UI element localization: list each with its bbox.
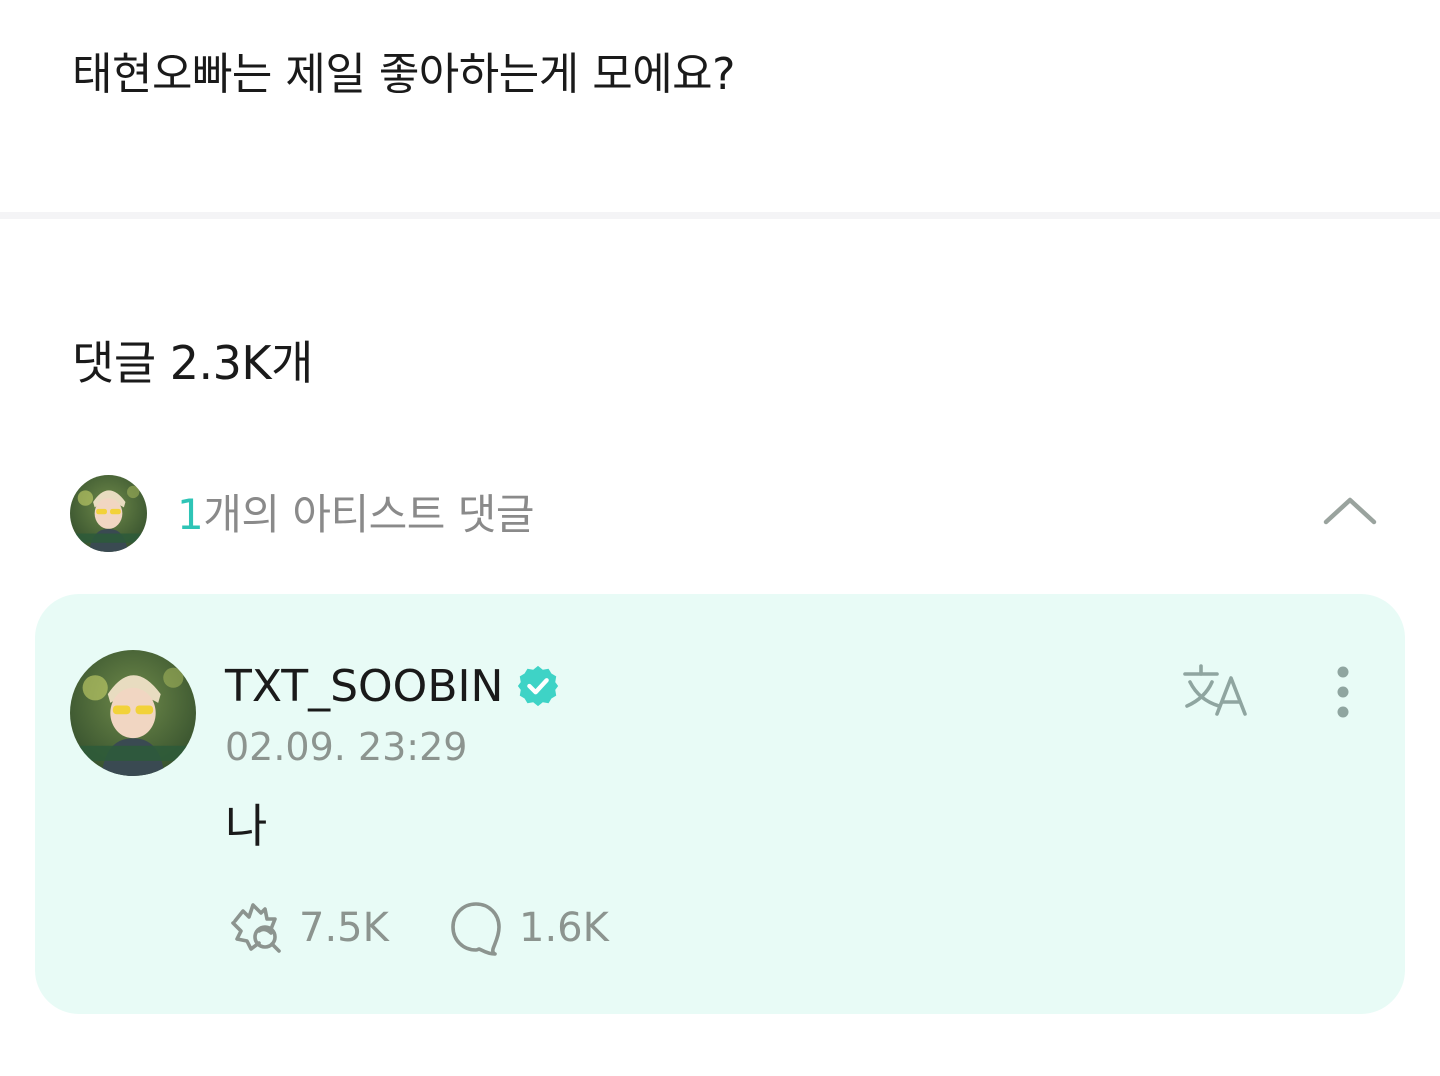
cheer-button[interactable]: 7.5K <box>225 896 389 960</box>
more-vertical-icon[interactable] <box>1327 662 1359 722</box>
comments-count-title: 댓글 2.3K개 <box>72 336 313 390</box>
comment-timestamp: 02.09. 23:29 <box>225 725 468 769</box>
artist-avatar-small <box>70 475 147 552</box>
username[interactable]: TXT_SOOBIN <box>225 661 503 712</box>
artist-comments-toggle[interactable]: 1개의 아티스트 댓글 <box>70 474 1380 554</box>
reply-count: 1.6K <box>519 905 609 951</box>
artist-comment-card: TXT_SOOBIN 02.09. 23:29 나 7.5K 1.6K <box>35 594 1405 1014</box>
translate-icon[interactable] <box>1181 660 1255 720</box>
cheer-hand-icon <box>231 903 281 953</box>
reply-button[interactable]: 1.6K <box>445 896 609 960</box>
cheer-count: 7.5K <box>299 905 389 951</box>
post-question: 태현오빠는 제일 좋아하는게 모에요? <box>72 49 736 100</box>
chevron-up-icon[interactable] <box>1320 490 1380 530</box>
verified-badge-icon <box>518 665 559 707</box>
username-line: TXT_SOOBIN <box>225 656 561 716</box>
artist-comment-label: 개의 아티스트 댓글 <box>203 490 535 539</box>
comment-body: 나 <box>225 799 268 853</box>
avatar[interactable] <box>70 650 196 776</box>
artist-comment-count: 1 <box>177 490 204 539</box>
comment-bubble-icon <box>451 902 501 956</box>
page: 태현오빠는 제일 좋아하는게 모에요? 댓글 2.3K개 1개의 아티스트 댓글… <box>0 0 1440 1076</box>
section-divider <box>0 212 1440 219</box>
artist-comments-summary: 1개의 아티스트 댓글 <box>177 486 535 544</box>
